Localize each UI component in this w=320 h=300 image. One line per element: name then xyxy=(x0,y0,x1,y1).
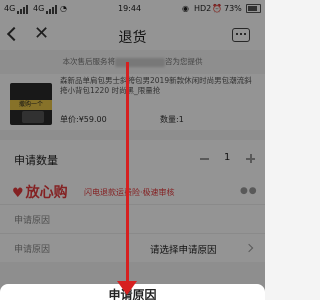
modal-backdrop[interactable] xyxy=(0,0,265,300)
annotation-arrow-head xyxy=(117,281,137,295)
annotation-arrow-line xyxy=(126,62,129,286)
app-screen: 4G 4G ◔ 19:44 ◉ HD2 ⏰ 73% ✕ 退货 本次售后服务将 咨为… xyxy=(0,0,265,300)
